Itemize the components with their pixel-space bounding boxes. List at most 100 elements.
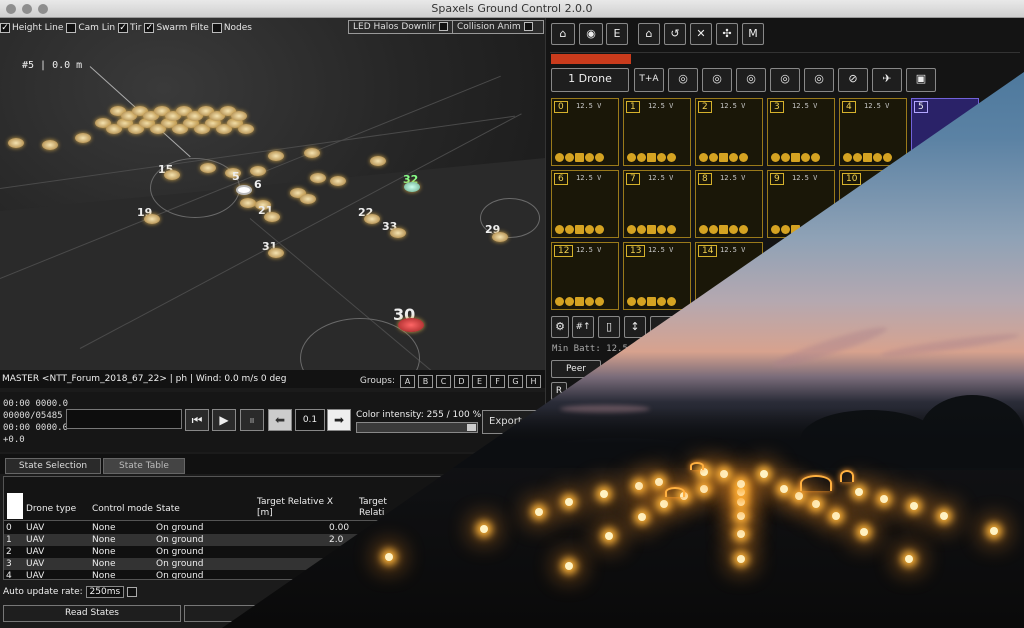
takeoff-ta-button[interactable]: T+A [634,68,664,92]
group-c-button[interactable]: C [436,374,451,388]
status-led-icon[interactable] [771,153,780,162]
flight-mode-icon[interactable]: ◎ [770,68,800,92]
zoom-window-button[interactable] [38,4,48,14]
status-led-icon[interactable] [585,153,594,162]
status-led-icon[interactable] [595,297,604,306]
drone-marker[interactable] [364,214,380,224]
flight-mode-icon[interactable]: ◎ [668,68,698,92]
home-map-icon[interactable]: ⌂ [551,23,575,45]
minimize-window-button[interactable] [22,4,32,14]
status-led-icon[interactable] [873,153,882,162]
motor-icon[interactable] [647,153,656,162]
drone-marker[interactable] [250,166,266,176]
drone-marker[interactable] [330,176,346,186]
status-led-icon[interactable] [555,153,564,162]
updown-icon[interactable]: ↕ [624,316,646,338]
plane-icon[interactable]: ✈ [872,68,902,92]
drone-marker[interactable] [8,138,24,148]
color-intensity-slider[interactable] [356,422,478,433]
e-button[interactable]: E [606,23,628,45]
nodes-checkbox[interactable]: Nodes [211,23,252,33]
motor-icon[interactable] [647,225,656,234]
drone-marker[interactable] [300,194,316,204]
motor-icon[interactable] [791,153,800,162]
tir-checkbox[interactable]: ✓ Tir [118,23,141,33]
close-window-button[interactable] [6,4,16,14]
motor-icon[interactable] [575,153,584,162]
status-led-icon[interactable] [555,297,564,306]
radio-icon[interactable]: ▣ [906,68,936,92]
drone-tile[interactable]: 13 12.5 V [623,242,691,310]
timeline-slider[interactable] [66,409,182,429]
drone-marker[interactable] [404,182,420,192]
swarm-filter-checkbox[interactable]: ✓ Swarm Filte [144,23,209,33]
column-header[interactable]: State [156,504,180,515]
drone-tile[interactable]: 3 12.5 V [767,98,835,166]
drone-tile[interactable]: 1 12.5 V [623,98,691,166]
flight-mode-icon[interactable]: ◎ [736,68,766,92]
drone-marker[interactable] [370,156,386,166]
group-h-button[interactable]: H [526,374,541,388]
drone-marker[interactable] [268,151,284,161]
motor-icon[interactable]: ◉ [579,23,603,45]
m-button[interactable]: M [742,23,764,45]
flight-mode-icon[interactable]: ◎ [804,68,834,92]
status-led-icon[interactable] [709,225,718,234]
curve-icon[interactable]: ↺ [664,23,686,45]
status-led-icon[interactable] [729,153,738,162]
drone-marker[interactable] [390,228,406,238]
sort-icon[interactable]: #↑ [572,316,594,338]
column-header[interactable]: Target Relative X [m] [257,497,347,519]
status-led-icon[interactable] [657,225,666,234]
status-led-icon[interactable] [595,153,604,162]
propeller-icon[interactable]: ✣ [716,23,738,45]
group-f-button[interactable]: F [490,374,505,388]
status-led-icon[interactable] [843,153,852,162]
status-led-icon[interactable] [781,153,790,162]
drone-marker[interactable] [164,170,180,180]
status-led-icon[interactable] [729,225,738,234]
step-size-input[interactable]: 0.1 [295,409,325,431]
drone-tile[interactable]: 12 12.5 V [551,242,619,310]
drone-marker[interactable] [231,111,247,121]
flight-mode-icon[interactable]: ◎ [702,68,732,92]
status-led-icon[interactable] [637,225,646,234]
3d-viewport[interactable]: ✓ Height Line Cam Lin ✓ Tir ✓ Swarm Filte N… [0,18,545,370]
drone-marker[interactable] [310,173,326,183]
status-led-icon[interactable] [637,297,646,306]
status-led-icon[interactable] [667,297,676,306]
drone-marker[interactable] [264,212,280,222]
column-header[interactable]: Control mode [92,504,153,515]
led-halos-toggle[interactable]: LED Halos Downlir [348,20,453,34]
tab-state-selection[interactable]: State Selection [5,458,101,474]
height-line-checkbox[interactable]: ✓ Height Line [0,23,63,33]
auto-update-input[interactable]: 250ms [85,586,125,598]
status-led-icon[interactable] [595,225,604,234]
skip-back-button[interactable]: ⏮ [185,409,209,431]
read-states-button[interactable]: Read States [3,605,181,622]
status-led-icon[interactable] [627,225,636,234]
disable-icon[interactable]: ⊘ [838,68,868,92]
select-all-corner[interactable] [7,493,23,519]
drone-marker[interactable] [75,133,91,143]
status-led-icon[interactable] [883,153,892,162]
status-led-icon[interactable] [585,297,594,306]
drone-marker[interactable] [492,232,508,242]
drone-tile[interactable]: 4 12.5 V [839,98,907,166]
motor-icon[interactable] [863,153,872,162]
status-led-icon[interactable] [565,225,574,234]
tab-state-table[interactable]: State Table [103,458,185,474]
group-b-button[interactable]: B [418,374,433,388]
drone-tile[interactable]: 6 12.5 V [551,170,619,238]
status-led-icon[interactable] [709,153,718,162]
group-a-button[interactable]: A [400,374,415,388]
drone-marker[interactable] [238,124,254,134]
status-led-icon[interactable] [657,153,666,162]
status-led-icon[interactable] [667,153,676,162]
status-led-icon[interactable] [585,225,594,234]
drone-marker[interactable] [268,248,284,258]
drone-marker-highlight[interactable] [236,185,252,195]
drone-marker[interactable] [42,140,58,150]
motor-icon[interactable] [719,225,728,234]
drone-tile[interactable]: 0 12.5 V [551,98,619,166]
